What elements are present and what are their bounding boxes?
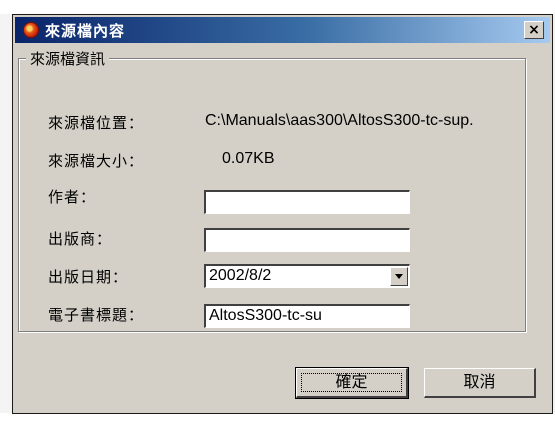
size-label: 來源檔大小：: [48, 152, 145, 170]
publish-date-dropdown[interactable]: 2002/8/2: [204, 264, 410, 288]
background-top: [0, 0, 555, 14]
ebook-title-label: 電子書標題：: [48, 306, 145, 324]
publisher-field[interactable]: [204, 228, 410, 252]
ok-button-label: 確定: [335, 372, 368, 391]
publish-date-label: 出版日期：: [48, 268, 129, 286]
dialog-title: 來源檔內容: [45, 21, 126, 40]
title-bar[interactable]: 來源檔內容 ×: [15, 17, 550, 43]
app-icon: [23, 22, 39, 38]
location-value: C:\Manuals\aas300\AltosS300-tc-sup.: [205, 112, 474, 129]
ebook-title-field[interactable]: AltosS300-tc-su: [204, 304, 410, 328]
publish-date-value: 2002/8/2: [209, 267, 272, 284]
background-bottom: [0, 413, 555, 423]
chevron-down-icon[interactable]: [390, 267, 408, 286]
size-value: 0.07KB: [222, 150, 275, 167]
publisher-label: 出版商：: [48, 230, 113, 248]
location-label: 來源檔位置：: [48, 114, 145, 132]
ok-button[interactable]: 確定: [295, 367, 409, 399]
group-title: 來源檔資訊: [26, 48, 110, 69]
author-field[interactable]: [204, 190, 410, 214]
cancel-button-label: 取消: [463, 372, 496, 391]
cancel-button[interactable]: 取消: [424, 368, 536, 398]
background-left: [0, 14, 12, 423]
author-label: 作者：: [48, 188, 97, 206]
close-button[interactable]: ×: [524, 21, 544, 39]
